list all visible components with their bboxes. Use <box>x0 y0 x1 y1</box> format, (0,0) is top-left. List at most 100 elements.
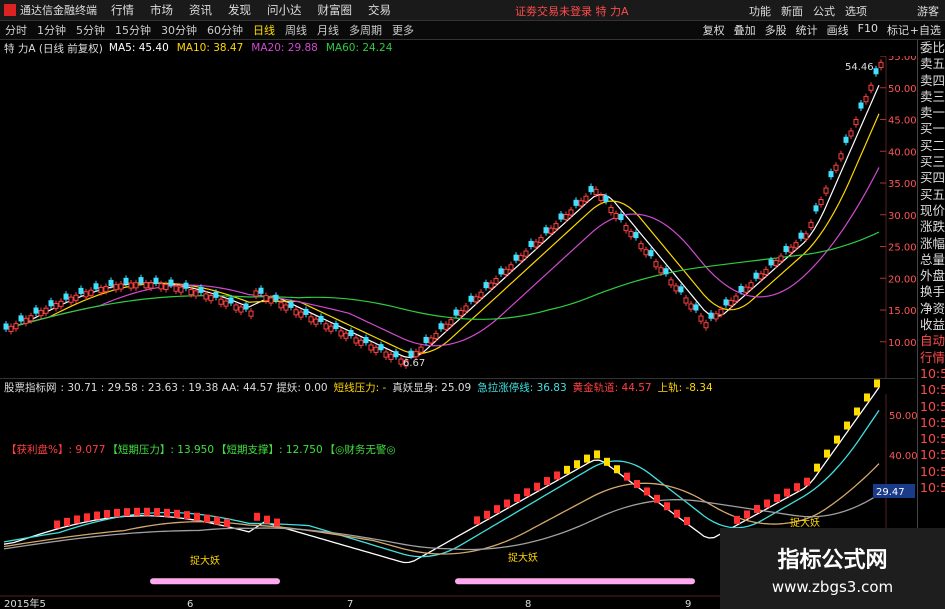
menu-xuanxiang[interactable]: 选项 <box>845 3 867 19</box>
x-label-2: 6 <box>187 599 193 609</box>
sidebar-item[interactable]: 涨幅 <box>918 236 945 252</box>
sidebar-item[interactable]: 卖五 <box>918 56 945 72</box>
kline-chart[interactable]: 55.00 50.00 45.00 40.00 35.00 30.00 25.00 20.00… <box>0 56 917 609</box>
sidebar-item[interactable]: 买三 <box>918 154 945 170</box>
ma60-value: MA60: 24.24 <box>325 42 393 54</box>
sidebar-item[interactable]: 收益 <box>918 317 945 333</box>
btn-biaoji[interactable]: 标记 <box>887 22 909 38</box>
indicator-name: 股票指标网 <box>4 381 57 394</box>
watermark: 指标公式网 www.zbgs3.com <box>720 528 945 609</box>
period-multi[interactable]: 多周期 <box>349 22 382 38</box>
login-status: 证劵交易未登录 特 力A <box>515 5 629 18</box>
ind-axis-40: 40.00 <box>889 451 917 462</box>
menu-wenxiaoda[interactable]: 问小达 <box>267 2 302 18</box>
ind2-pressure: 【短期压力】: 13.950 <box>107 444 215 456</box>
indicator-header-2: 【获利盘%】: 9.077 【短期压力】: 13.950 【短期支撑】: 12.… <box>6 442 396 457</box>
sidebar-item[interactable]: 买四 <box>918 170 945 186</box>
high-price-label: 54.46 <box>845 62 874 73</box>
btn-tongji[interactable]: 统计 <box>796 22 818 38</box>
menu-caifuquan[interactable]: 财富圈 <box>318 2 353 18</box>
price-axis-label: 40.00 <box>888 147 917 158</box>
x-label-1: 2015年5 <box>4 597 46 609</box>
sidebar-time-item: 10:5 <box>920 480 945 496</box>
price-axis-label: 10.00 <box>888 338 917 349</box>
sidebar-item[interactable]: 卖三 <box>918 89 945 105</box>
sidebar-item[interactable]: 外盘 <box>918 268 945 284</box>
btn-duogu[interactable]: 多股 <box>765 22 787 38</box>
menu-zixun[interactable]: 资讯 <box>189 2 212 18</box>
x-label-4: 8 <box>525 599 531 609</box>
period-30min[interactable]: 30分钟 <box>161 22 197 38</box>
menu-gongshi[interactable]: 公式 <box>813 3 835 19</box>
ind2-support: 【短期支撑】: 12.750 <box>216 444 323 456</box>
ind-axis-50: 50.00 <box>889 411 917 422</box>
btn-huaxian[interactable]: 画线 <box>827 22 849 38</box>
ma5-value: MA5: 45.40 <box>108 42 169 54</box>
menu-jiaoyi[interactable]: 交易 <box>368 2 391 18</box>
top-menu-bar: 通达信金融终端 行情 市场 资讯 发现 问小达 财富圈 交易 证劵交易未登录 特… <box>0 0 945 21</box>
guest-label[interactable]: 游客 <box>917 3 939 19</box>
sidebar-item[interactable]: 换手 <box>918 284 945 300</box>
sidebar-item[interactable]: 卖一 <box>918 105 945 121</box>
btn-autoselect[interactable]: +自选 <box>910 22 941 38</box>
sidebar-item[interactable]: 买二 <box>918 138 945 154</box>
price-axis-label: 30.00 <box>888 211 917 222</box>
period-more[interactable]: 更多 <box>392 22 414 38</box>
sidebar-item[interactable]: 买一 <box>918 121 945 137</box>
sidebar-item[interactable]: 买五 <box>918 187 945 203</box>
right-menu: 功能 新面 公式 选项 游客 <box>749 3 939 19</box>
ind-current-value: 29.47 <box>876 487 905 498</box>
sidebar-time-item: 10:5 <box>920 463 945 479</box>
sidebar-time-item: 10:5 <box>920 431 945 447</box>
menu-faxian[interactable]: 发现 <box>228 2 251 18</box>
btn-diejia[interactable]: 叠加 <box>734 22 756 38</box>
price-axis-label: 15.00 <box>888 306 917 317</box>
sidebar-time-item: 10:5 <box>920 414 945 430</box>
period-fenshi[interactable]: 分时 <box>5 22 27 38</box>
menu-xinmian[interactable]: 新面 <box>781 3 803 19</box>
quote-sidebar: 委比 卖五 卖四 卖三 卖一 买一 买二 买三 买四 买五 现价 涨跌 涨幅 总量 外盘 换手 净资 收益 自动 行情… <box>917 40 945 609</box>
period-1min[interactable]: 1分钟 <box>37 22 66 38</box>
price-axis-label: 25.00 <box>888 243 917 254</box>
sidebar-item[interactable]: 现价 <box>918 203 945 219</box>
price-axis-label: 50.00 <box>888 84 917 95</box>
moving-average-lines <box>3 84 880 359</box>
app-logo-icon <box>4 4 16 16</box>
chart-toolbar: 复权 叠加 多股 统计 画线 F10 标记 <box>703 22 909 38</box>
menu-gongneng[interactable]: 功能 <box>749 3 771 19</box>
ma10-value: MA10: 38.47 <box>176 42 244 54</box>
watermark-url: www.zbgs3.com <box>771 577 894 596</box>
candlesticks <box>3 59 884 369</box>
menu-shichang[interactable]: 市场 <box>150 2 173 18</box>
indicator-upper: 上轨: -8.34 <box>657 381 713 394</box>
indicator-values: : 30.71 : 29.58 : 23.63 : 19.38 AA: 44.5… <box>60 381 328 394</box>
stock-info-bar: 特 力A (日线 前复权) MA5: 45.40 MA10: 38.47 MA2… <box>0 40 392 56</box>
period-monthly[interactable]: 月线 <box>317 22 339 38</box>
sidebar-item[interactable]: 涨跌 <box>918 219 945 235</box>
indicator-jila: 急拉涨停线: 36.83 <box>477 381 567 394</box>
menu-hangqing[interactable]: 行情 <box>111 2 134 18</box>
period-weekly[interactable]: 周线 <box>285 22 307 38</box>
period-daily[interactable]: 日线 <box>253 22 275 38</box>
sidebar-item[interactable]: 委比 <box>918 40 945 56</box>
period-5min[interactable]: 5分钟 <box>76 22 105 38</box>
sidebar-time-item: 自动 <box>920 333 945 349</box>
sidebar-time-item: 10:5 <box>920 447 945 463</box>
btn-f10[interactable]: F10 <box>858 22 878 38</box>
price-axis-label: 45.00 <box>888 116 917 127</box>
ma20-value: MA20: 29.88 <box>251 42 318 54</box>
price-axis-label: 20.00 <box>888 274 917 285</box>
btn-fuquan[interactable]: 复权 <box>703 22 725 38</box>
indicator-gold: 黄金轨道: 44.57 <box>572 381 652 394</box>
period-60min[interactable]: 60分钟 <box>207 22 243 38</box>
price-axis: 55.00 50.00 45.00 40.00 35.00 30.00 25.00 20.00… <box>880 56 917 349</box>
indicator-zhenyao: 真妖显身: 25.09 <box>392 381 472 394</box>
sidebar-item[interactable]: 总量 <box>918 252 945 268</box>
sidebar-item[interactable]: 卖四 <box>918 73 945 89</box>
watermark-title: 指标公式网 <box>777 547 888 573</box>
sidebar-item[interactable]: 净资 <box>918 301 945 317</box>
app-title: 通达信金融终端 <box>20 4 97 17</box>
price-axis-label: 55.00 <box>888 56 917 63</box>
indicator-pressure: 短线压力: - <box>333 381 387 394</box>
period-15min[interactable]: 15分钟 <box>115 22 151 38</box>
